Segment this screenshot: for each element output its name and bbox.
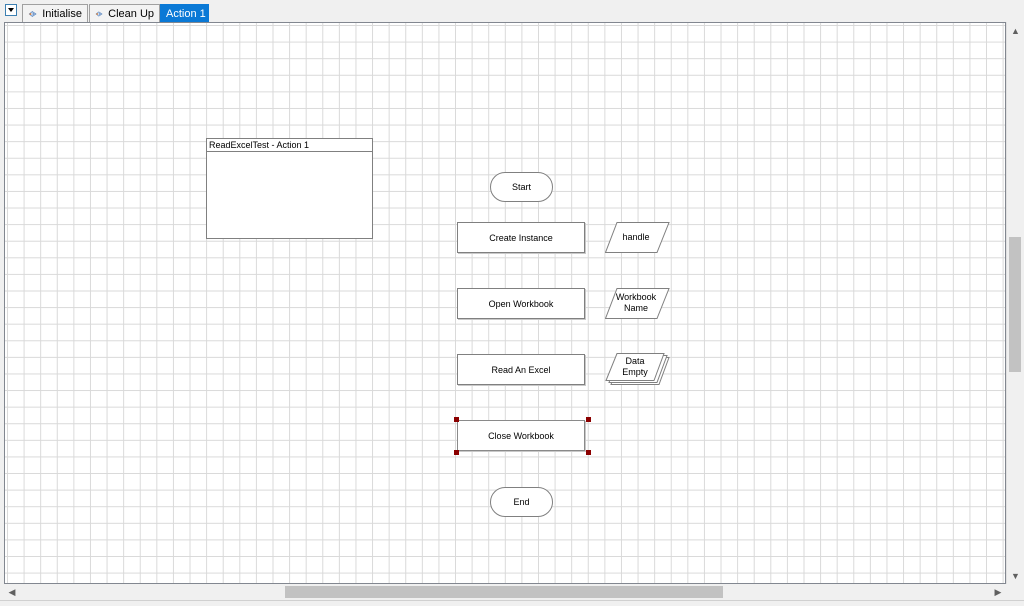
stage-label: Read An Excel: [491, 364, 551, 375]
tab-label: Initialise: [42, 7, 82, 20]
scroll-down-icon[interactable]: ▼: [1007, 567, 1024, 584]
selection-handle[interactable]: [454, 450, 459, 455]
scrollbar-corner: [1006, 584, 1023, 600]
bottom-border: [0, 600, 1024, 606]
page-icon: [28, 10, 37, 17]
tab-initialise[interactable]: Initialise: [22, 4, 88, 22]
tab-bar: Initialise Clean Up Action 1: [0, 0, 1024, 22]
stage-read-an-excel[interactable]: Read An Excel: [457, 354, 585, 385]
data-item-label: Data Empty: [622, 356, 648, 377]
horizontal-scrollbar[interactable]: ◀ ▶: [4, 584, 1006, 600]
process-diagram-canvas[interactable]: ReadExcelTest - Action 1 Start Create In…: [4, 22, 1006, 584]
scroll-right-icon[interactable]: ▶: [990, 584, 1006, 600]
tab-label: Clean Up: [108, 7, 154, 20]
data-item-handle[interactable]: handle: [605, 222, 671, 254]
page-info-note[interactable]: ReadExcelTest - Action 1: [206, 138, 373, 239]
start-stage[interactable]: Start: [490, 172, 553, 202]
stage-label: Create Instance: [489, 232, 553, 243]
stage-label: Close Workbook: [488, 430, 554, 441]
tab-clean-up[interactable]: Clean Up: [89, 4, 160, 22]
tab-dropdown-button[interactable]: [5, 4, 17, 16]
stage-open-workbook[interactable]: Open Workbook: [457, 288, 585, 319]
tab-action-1[interactable]: Action 1: [160, 4, 209, 22]
collection-item-data-empty[interactable]: Data Empty: [605, 353, 671, 385]
start-label: Start: [511, 182, 531, 192]
data-item-label: handle: [622, 231, 650, 242]
tab-label: Action 1: [166, 7, 206, 20]
vertical-scrollbar[interactable]: ▲ ▼: [1006, 22, 1023, 584]
selection-handle[interactable]: [586, 450, 591, 455]
stage-close-workbook[interactable]: Close Workbook: [457, 420, 585, 451]
stage-create-instance[interactable]: Create Instance: [457, 222, 585, 253]
vertical-scroll-thumb[interactable]: [1009, 237, 1021, 372]
scroll-left-icon[interactable]: ◀: [4, 584, 20, 600]
data-item-label: Workbook Name: [615, 292, 657, 313]
note-title: ReadExcelTest - Action 1: [207, 139, 372, 152]
page-icon: [95, 10, 103, 17]
horizontal-scroll-thumb[interactable]: [285, 586, 723, 598]
chevron-down-icon: [8, 8, 14, 12]
selection-handle[interactable]: [454, 417, 459, 422]
data-item-workbook-name[interactable]: Workbook Name: [605, 288, 671, 320]
end-stage[interactable]: End: [490, 487, 553, 517]
scroll-up-icon[interactable]: ▲: [1007, 22, 1024, 39]
selection-handle[interactable]: [586, 417, 591, 422]
stage-label: Open Workbook: [488, 298, 554, 309]
end-label: End: [513, 497, 530, 507]
